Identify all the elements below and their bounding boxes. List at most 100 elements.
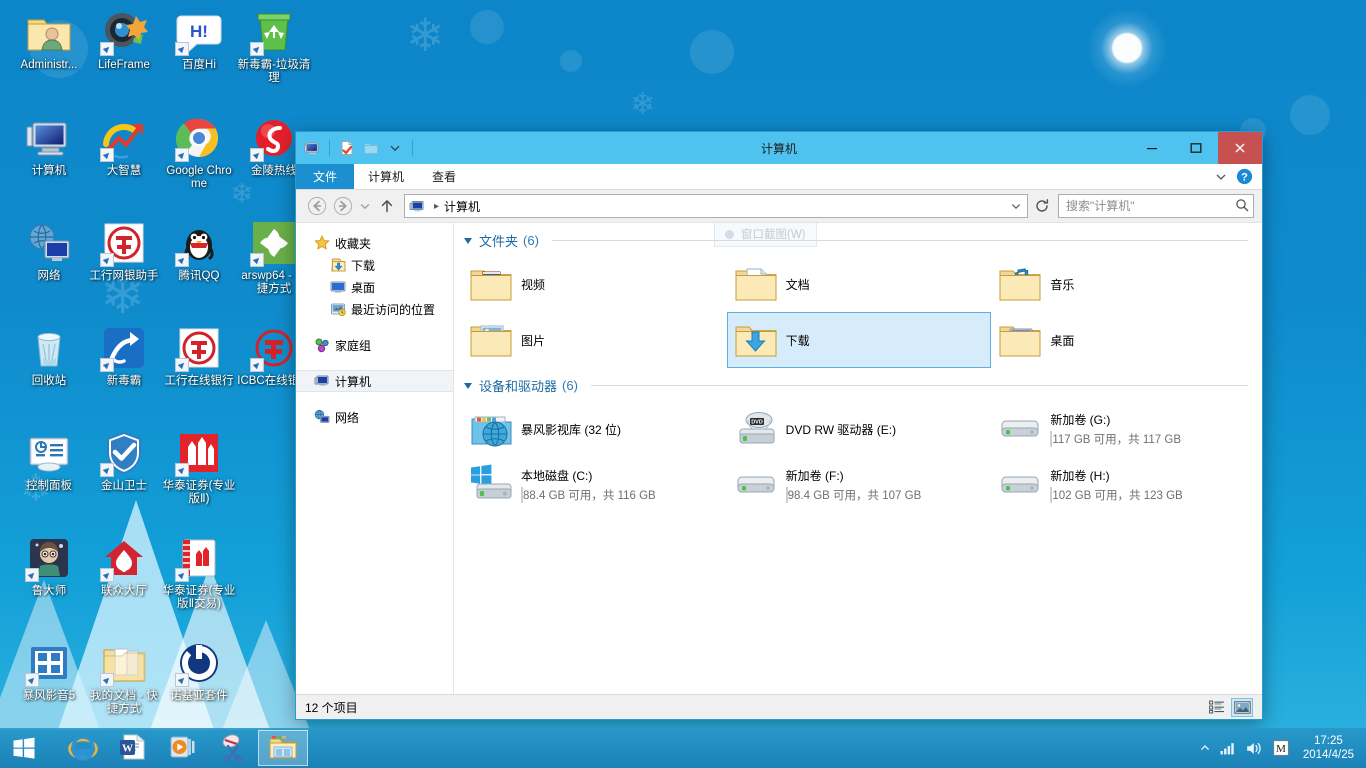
taskbar-items[interactable]: W — [58, 730, 308, 766]
content-pane[interactable]: 窗口截图(W) 文件夹 (6) 视频 文档 音乐 图片 下载 桌面 设备和驱动器 (6) 暴风影视库… — [454, 223, 1262, 694]
refresh-button[interactable] — [1030, 194, 1054, 218]
properties-icon[interactable] — [337, 138, 357, 158]
taskbar-item-snipping-tool[interactable] — [208, 730, 258, 766]
recycle-bin-icon[interactable] — [25, 324, 73, 372]
maximize-button[interactable] — [1174, 132, 1218, 164]
desktop-icon[interactable]: 腾讯QQ — [162, 219, 236, 283]
desktop-icon[interactable]: 工行网银助手 — [87, 219, 161, 283]
folder-tile[interactable]: 音乐 — [991, 256, 1256, 312]
explorer-window[interactable]: 计算机 文件 计算机 查看 ? ▸ 计算机 搜索"计算机" 收藏夹 下载 桌面 … — [295, 131, 1263, 720]
nav-item-homegroup[interactable]: 家庭组 — [296, 334, 453, 356]
qq-penguin-icon[interactable] — [175, 219, 223, 267]
back-button[interactable] — [304, 193, 330, 219]
window-controls[interactable] — [1130, 132, 1262, 164]
camera-lens-icon[interactable] — [100, 8, 148, 56]
search-box[interactable] — [1058, 194, 1254, 218]
baofeng-icon[interactable] — [25, 639, 73, 687]
taskbar-item-word[interactable]: W — [108, 730, 158, 766]
desktop-icon[interactable]: 华泰证券(专业版Ⅱ) — [162, 429, 236, 506]
desktop-icon[interactable]: 大智慧 — [87, 114, 161, 178]
drive-tile[interactable]: 新加卷 (H:) 102 GB 可用，共 123 GB — [991, 457, 1256, 513]
desktop-icon[interactable]: 新毒霸-垃圾清理 — [237, 8, 311, 85]
folder-tile[interactable]: 文档 — [727, 256, 992, 312]
history-dropdown-button[interactable] — [356, 193, 374, 219]
desktop-icon[interactable]: 工行在线银行 — [162, 324, 236, 388]
address-dropdown-icon[interactable] — [1007, 195, 1025, 217]
icbc-icon[interactable] — [100, 219, 148, 267]
red-house-icon[interactable] — [100, 534, 148, 582]
desktop-icon[interactable]: Google Chrome — [162, 114, 236, 191]
search-icon[interactable] — [1235, 198, 1249, 215]
close-button[interactable] — [1218, 132, 1262, 164]
taskbar-item-file-explorer[interactable] — [258, 730, 308, 766]
forward-button[interactable] — [330, 193, 356, 219]
huatai-red-icon[interactable] — [175, 429, 223, 477]
group-header[interactable]: 文件夹 (6) — [454, 223, 1262, 253]
folder-tile[interactable]: 桌面 — [991, 312, 1256, 368]
nav-item-child[interactable]: 下载 — [296, 254, 453, 276]
desktop-icon[interactable]: 我的文档 - 快捷方式 — [87, 639, 161, 716]
quick-access-toolbar[interactable] — [296, 138, 416, 158]
address-breadcrumb-box[interactable]: ▸ 计算机 — [404, 194, 1028, 218]
desktop-icon[interactable]: 诺基亚套件 — [162, 639, 236, 703]
collapse-triangle-icon[interactable] — [464, 237, 472, 244]
documents-folder-icon[interactable] — [100, 639, 148, 687]
icbc-ring-icon[interactable] — [250, 324, 298, 372]
control-panel-icon[interactable] — [25, 429, 73, 477]
view-mode-buttons[interactable] — [1206, 697, 1253, 717]
start-button[interactable] — [0, 728, 48, 768]
nav-item-child[interactable]: 桌面 — [296, 276, 453, 298]
ribbon-right-controls[interactable]: ? — [1212, 164, 1262, 189]
volume-icon[interactable] — [1246, 741, 1263, 756]
drive-tile[interactable]: 新加卷 (G:) 117 GB 可用，共 117 GB — [991, 401, 1256, 457]
baidu-hi-icon[interactable]: H! — [175, 8, 223, 56]
navigation-pane[interactable]: 收藏夹 下载 桌面 最近访问的位置 家庭组计算机网络 — [296, 223, 454, 694]
nav-item-computer[interactable]: 计算机 — [296, 370, 453, 392]
window-titlebar[interactable]: 计算机 — [296, 132, 1262, 164]
address-bar-row[interactable]: ▸ 计算机 — [296, 190, 1262, 222]
drive-tile[interactable]: 新加卷 (F:) 98.4 GB 可用，共 107 GB — [727, 457, 992, 513]
taskbar[interactable]: W M 17:25 2014/4/25 — [0, 728, 1366, 768]
network-icon[interactable] — [25, 219, 73, 267]
folder-tile[interactable]: DVD DVD RW 驱动器 (E:) — [727, 401, 992, 457]
up-button[interactable] — [374, 193, 400, 219]
folder-tile[interactable]: 下载 — [726, 312, 992, 368]
nav-item-network[interactable]: 网络 — [296, 406, 453, 428]
desktop-icon[interactable]: LifeFrame — [87, 8, 161, 72]
desktop-icon[interactable]: 回收站 — [12, 324, 86, 388]
desktop-icon[interactable]: 新毒霸 — [87, 324, 161, 388]
desktop-icon[interactable]: 暴风影音5 — [12, 639, 86, 703]
help-icon[interactable]: ? — [1236, 168, 1254, 186]
computer-icon[interactable] — [25, 114, 73, 162]
folder-tile[interactable]: 图片 — [462, 312, 727, 368]
show-hidden-icons-icon[interactable] — [1199, 742, 1211, 754]
chevron-down-icon[interactable] — [1212, 168, 1230, 186]
desktop-icon[interactable]: 控制面板 — [12, 429, 86, 493]
icbc-icon[interactable] — [175, 324, 223, 372]
search-input[interactable] — [1066, 199, 1235, 213]
taskbar-item-media-player[interactable] — [158, 730, 208, 766]
network-signal-icon[interactable] — [1220, 741, 1237, 755]
recycle-green-icon[interactable] — [250, 8, 298, 56]
desktop-icon[interactable]: Administr... — [12, 8, 86, 72]
nav-item-child[interactable]: 最近访问的位置 — [296, 298, 453, 320]
folder-tile[interactable]: 暴风影视库 (32 位) — [462, 401, 727, 457]
blue-arrow-icon[interactable] — [100, 324, 148, 372]
breadcrumb-current[interactable]: 计算机 — [444, 198, 480, 215]
group-header[interactable]: 设备和驱动器 (6) — [454, 368, 1262, 398]
qat-dropdown-icon[interactable] — [385, 138, 405, 158]
collapse-triangle-icon[interactable] — [464, 382, 472, 389]
tab-view[interactable]: 查看 — [418, 164, 470, 189]
nav-item-favorites[interactable]: 收藏夹 — [296, 232, 453, 254]
computer-icon[interactable] — [302, 138, 322, 158]
details-view-icon[interactable] — [1206, 698, 1228, 717]
drive-tile[interactable]: 本地磁盘 (C:) 88.4 GB 可用，共 116 GB — [462, 457, 727, 513]
desktop-icon[interactable]: 网络 — [12, 219, 86, 283]
ludashi-icon[interactable] — [25, 534, 73, 582]
ribbon-tab-bar[interactable]: 文件 计算机 查看 ? — [296, 164, 1262, 190]
taskbar-item-internet-explorer[interactable] — [58, 730, 108, 766]
desktop-icon[interactable]: 联众大厅 — [87, 534, 161, 598]
red-sphere-icon[interactable] — [250, 114, 298, 162]
taskbar-clock[interactable]: 17:25 2014/4/25 — [1299, 734, 1360, 762]
large-icons-view-icon[interactable] — [1231, 697, 1253, 717]
